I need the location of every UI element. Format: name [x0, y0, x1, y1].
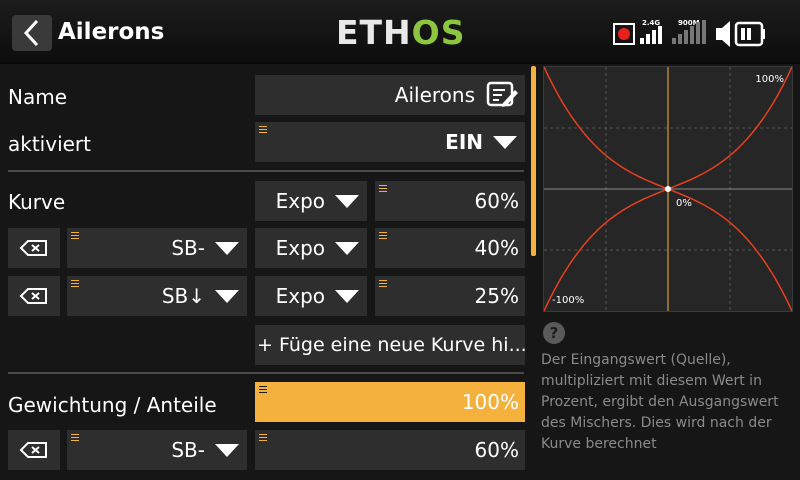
signal-2g4-icon: 2.4G	[640, 19, 662, 44]
weight-source-value: SB-	[171, 438, 205, 462]
divider	[8, 170, 524, 172]
record-icon	[613, 23, 635, 45]
curve-source-dropdown[interactable]: SB-	[67, 228, 247, 268]
delete-icon	[19, 288, 47, 304]
battery-icon	[734, 21, 765, 47]
source-marker	[259, 434, 267, 441]
speaker-icon	[716, 21, 730, 47]
curve-value: 25%	[474, 284, 519, 308]
curve-graph: 100% 0% -100%	[543, 66, 793, 312]
curve-type-value: Expo	[275, 236, 325, 260]
enabled-dropdown[interactable]: EIN	[255, 122, 525, 162]
curve-graph-svg: 100% 0% -100%	[543, 66, 793, 312]
weight-source-dropdown[interactable]: SB-	[67, 430, 247, 470]
ethos-logo: ETHOS	[336, 13, 466, 52]
curve-type-dropdown[interactable]: Expo	[255, 228, 367, 268]
dropdown-arrow-icon	[215, 289, 239, 303]
dropdown-arrow-icon	[335, 289, 359, 303]
chevron-left-icon	[23, 19, 39, 47]
dropdown-arrow-icon	[215, 443, 239, 457]
add-curve-label: + Füge eine neue Kurve hi...	[257, 334, 527, 356]
weight-value: 100%	[461, 390, 519, 414]
add-curve-button[interactable]: + Füge eine neue Kurve hi...	[255, 325, 527, 365]
name-label: Name	[8, 85, 68, 109]
dropdown-arrow-icon	[335, 194, 359, 208]
graph-bottom-label: -100%	[552, 295, 584, 306]
source-marker	[71, 280, 79, 287]
scrollbar[interactable]	[531, 66, 536, 256]
weight-sub-value-field[interactable]: 60%	[255, 430, 525, 470]
name-field[interactable]: Ailerons	[255, 75, 525, 115]
graph-center-label: 0%	[676, 198, 692, 209]
curve-source-dropdown[interactable]: SB↓	[67, 276, 247, 316]
source-marker	[259, 126, 267, 133]
delete-curve-button[interactable]	[8, 276, 60, 316]
source-marker	[379, 185, 387, 192]
name-value: Ailerons	[394, 83, 475, 107]
curve-value-field[interactable]: 60%	[375, 181, 525, 221]
delete-icon	[19, 240, 47, 256]
curve-label: Kurve	[8, 190, 66, 214]
curve-type-value: Expo	[275, 284, 325, 308]
curve-type-value: Expo	[275, 189, 325, 213]
edit-icon	[486, 81, 518, 107]
curve-type-dropdown[interactable]: Expo	[255, 181, 367, 221]
curve-point	[665, 186, 671, 192]
svg-text:2.4G: 2.4G	[642, 19, 660, 27]
help-icon: ?	[543, 322, 565, 344]
dropdown-arrow-icon	[493, 135, 517, 149]
source-marker	[379, 280, 387, 287]
curve-source-value: SB↓	[161, 284, 205, 308]
curve-value: 60%	[474, 189, 519, 213]
weight-value-field[interactable]: 100%	[255, 382, 525, 422]
curve-source-value: SB-	[171, 236, 205, 260]
page-title: Ailerons	[58, 19, 165, 45]
graph-top-label: 100%	[755, 74, 784, 85]
delete-icon	[19, 442, 47, 458]
status-icons: 2.4G 900M	[613, 19, 765, 47]
delete-weight-button[interactable]	[8, 430, 60, 470]
enabled-value: EIN	[445, 130, 483, 154]
header-bar: Ailerons ETHOS 2.4G 900M	[0, 0, 800, 64]
signal-900m-icon: 900M	[672, 19, 706, 44]
divider	[8, 372, 524, 374]
source-marker	[71, 434, 79, 441]
source-marker	[379, 232, 387, 239]
curve-value-field[interactable]: 40%	[375, 228, 525, 268]
dropdown-arrow-icon	[335, 241, 359, 255]
curve-value: 40%	[474, 236, 519, 260]
source-marker	[71, 232, 79, 239]
curve-value-field[interactable]: 25%	[375, 276, 525, 316]
delete-curve-button[interactable]	[8, 228, 60, 268]
help-text: Der Eingangswert (Quelle), multipliziert…	[541, 352, 779, 452]
weight-sub-value: 60%	[474, 438, 519, 462]
curve-type-dropdown[interactable]: Expo	[255, 276, 367, 316]
back-button[interactable]	[12, 15, 52, 51]
source-marker	[259, 386, 267, 393]
dropdown-arrow-icon	[215, 241, 239, 255]
weight-label: Gewichtung / Anteile	[8, 393, 217, 417]
enabled-label: aktiviert	[8, 132, 91, 156]
